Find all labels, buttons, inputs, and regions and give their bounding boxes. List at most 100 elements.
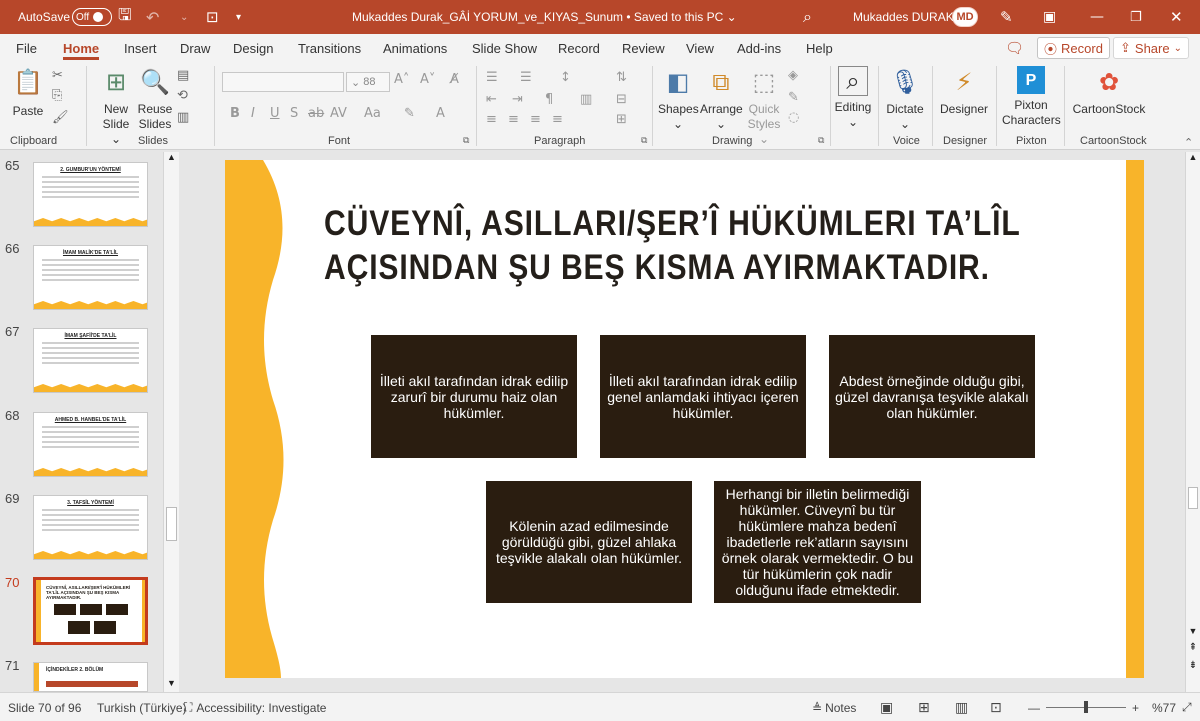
rtl-icon[interactable]: ¶ [545, 92, 553, 107]
next-slide-icon[interactable]: ⇟ [1186, 660, 1200, 676]
record-button[interactable]: ⦿ Record [1037, 37, 1110, 59]
char-spacing-icon[interactable]: AV [330, 106, 347, 121]
previous-slide-icon[interactable]: ⇞ [1186, 642, 1200, 658]
comments-icon[interactable]: 🗨 [1005, 34, 1024, 62]
font-color-icon[interactable]: A [436, 106, 445, 121]
autosave-toggle[interactable]: Off [72, 0, 112, 34]
reading-view-icon[interactable]: ▥ [955, 693, 968, 721]
italic-icon[interactable]: I [251, 106, 255, 121]
smartart-icon[interactable]: ⊞ [616, 112, 627, 127]
line-spacing-icon[interactable]: ↕ [560, 70, 571, 85]
content-box[interactable]: İlleti akıl tarafından idrak edilip gene… [600, 335, 806, 458]
undo-dropdown-icon[interactable]: ⌄ [180, 0, 188, 34]
share-button[interactable]: ⇪ Share ⌄ [1113, 37, 1189, 59]
numbering-icon[interactable]: ☰ [520, 70, 532, 85]
scroll-down-icon[interactable]: ▼ [1186, 626, 1200, 638]
increase-indent-icon[interactable]: ⇥ [512, 92, 523, 107]
slide[interactable]: CÜVEYNÎ, ASILLARI/ŞER’Î HÜKÜMLERI TA’LÎL… [225, 160, 1144, 678]
save-icon[interactable]: 🖫 [118, 0, 132, 34]
layout-icon[interactable]: ▤ [177, 68, 189, 83]
slideshow-view-icon[interactable]: ⊡ [990, 693, 1002, 721]
font-size-box[interactable]: ⌄ 88 [346, 72, 390, 92]
slide-thumbnail[interactable]: İMAM ŞAFİİ'DE TA'LİL [33, 328, 148, 393]
present-icon[interactable]: ⊡ [206, 0, 219, 34]
align-center-icon[interactable]: ≡ [508, 112, 519, 127]
content-box[interactable]: Kölenin azad edilmesinde görüldüğü gibi,… [486, 481, 692, 603]
zoom-slider[interactable] [1046, 693, 1126, 721]
slide-thumbnail[interactable]: İMAM MALİK'DE TA'LİL [33, 245, 148, 310]
increase-font-icon[interactable]: A˄ [394, 72, 409, 87]
bold-icon[interactable]: B [230, 106, 240, 121]
collapse-ribbon-icon[interactable]: ⌃ [1184, 136, 1193, 149]
bullets-icon[interactable]: ☰ [486, 70, 498, 85]
content-box[interactable]: İlleti akıl tarafından idrak edilip zaru… [371, 335, 577, 458]
reset-icon[interactable]: ⟲ [177, 88, 188, 103]
font-name-box[interactable] [222, 72, 344, 92]
tab-slide-show[interactable]: Slide Show [472, 34, 537, 62]
user-name[interactable]: Mukaddes DURAK [853, 0, 954, 34]
align-text-icon[interactable]: ⊟ [616, 92, 627, 107]
restore-icon[interactable]: ❐ [1130, 0, 1142, 34]
align-left-icon[interactable]: ≡ [486, 112, 497, 127]
tab-help[interactable]: Help [806, 34, 833, 62]
search-icon[interactable]: ⌕ [803, 0, 812, 34]
close-icon[interactable]: ✕ [1170, 0, 1183, 34]
editing-button[interactable]: ⌕ Editing ⌄ [834, 64, 872, 130]
strikethrough-icon[interactable]: ab [308, 106, 324, 121]
accessibility-checker[interactable]: ⛶ Accessibility: Investigate [184, 693, 326, 721]
slide-thumbnail[interactable]: 3. TAFSİL YÖNTEMİ [33, 495, 148, 560]
dictate-button[interactable]: 🎙 Dictate ⌄ [884, 66, 926, 132]
highlight-icon[interactable]: ✎ [404, 106, 415, 121]
shapes-button[interactable]: ◧ Shapes ⌄ [658, 66, 699, 132]
cut-icon[interactable]: ✂ [52, 68, 63, 83]
drawing-dialog-launcher-icon[interactable]: ⧉ [818, 136, 824, 146]
normal-view-icon[interactable]: ▣ [880, 693, 893, 721]
section-icon[interactable]: ▥ [177, 110, 189, 125]
paragraph-dialog-launcher-icon[interactable]: ⧉ [641, 136, 647, 146]
scroll-up-icon[interactable]: ▲ [164, 152, 179, 166]
tab-insert[interactable]: Insert [124, 34, 157, 62]
tab-add-ins[interactable]: Add-ins [737, 34, 781, 62]
cartoonstock-button[interactable]: ✿ CartoonStock [1070, 66, 1148, 117]
thumbnail-scrollbar[interactable]: ▲ ▼ [163, 152, 179, 692]
undo-icon[interactable]: ↶ [146, 0, 159, 34]
tab-view[interactable]: View [686, 34, 714, 62]
slide-sorter-icon[interactable]: ⊞ [918, 693, 930, 721]
designer-button[interactable]: ⚡ Designer [938, 66, 990, 117]
scroll-down-icon[interactable]: ▼ [164, 678, 179, 692]
slide-scrollbar[interactable]: ▲ ▼ ⇞ ⇟ [1185, 152, 1200, 692]
scrollbar-thumb[interactable] [1188, 487, 1198, 509]
paste-button[interactable]: 📋 Paste [8, 66, 48, 119]
tab-review[interactable]: Review [622, 34, 665, 62]
document-title[interactable]: Mukaddes Durak_GÂİ YORUM_ve_KIYAS_Sunum … [352, 0, 737, 34]
tab-record[interactable]: Record [558, 34, 600, 62]
arrange-button[interactable]: ⧉ Arrange ⌄ [700, 66, 743, 132]
change-case-icon[interactable]: Aa [364, 106, 381, 121]
tab-design[interactable]: Design [233, 34, 273, 62]
text-direction-icon[interactable]: ⇅ [616, 70, 627, 85]
ribbon-display-icon[interactable]: ▣ [1043, 0, 1056, 34]
slide-thumbnail[interactable]: İÇİNDEKİLER 2. BÖLÜM [33, 662, 148, 692]
notes-button[interactable]: ≜ Notes [812, 693, 856, 721]
font-dialog-launcher-icon[interactable]: ⧉ [463, 136, 469, 146]
tab-transitions[interactable]: Transitions [298, 34, 361, 62]
content-box[interactable]: Herhangi bir illetin belirmediği hükümle… [714, 481, 921, 603]
zoom-in-icon[interactable]: + [1132, 693, 1139, 721]
language-indicator[interactable]: Turkish (Türkiye) [97, 693, 187, 721]
align-right-icon[interactable]: ≡ [530, 112, 541, 127]
decrease-indent-icon[interactable]: ⇤ [486, 92, 497, 107]
underline-icon[interactable]: U [270, 106, 280, 121]
slide-thumbnail-active[interactable]: CÜVEYNÎ, ASILLARI/ŞER'Î HÜKÜMLERİ TA'LÎL… [33, 577, 148, 645]
scroll-up-icon[interactable]: ▲ [1186, 152, 1200, 166]
slide-title[interactable]: CÜVEYNÎ, ASILLARI/ŞER’Î HÜKÜMLERI TA’LÎL… [324, 202, 1020, 290]
shape-effects-icon[interactable]: ◌ [788, 110, 799, 125]
tab-home[interactable]: Home [63, 34, 100, 62]
pen-icon[interactable]: ✎ [1000, 0, 1013, 34]
customize-toolbar-icon[interactable]: ▾ [236, 0, 241, 34]
format-painter-icon[interactable]: 🖌 [52, 110, 69, 125]
tab-animations[interactable]: Animations [383, 34, 447, 62]
content-box[interactable]: Abdest örneğinde olduğu gibi, güzel davr… [829, 335, 1035, 458]
tab-draw[interactable]: Draw [180, 34, 210, 62]
slide-thumbnail[interactable]: 2. GUMBUR'UN YÖNTEMİ [33, 162, 148, 227]
tab-file[interactable]: File [16, 34, 37, 62]
